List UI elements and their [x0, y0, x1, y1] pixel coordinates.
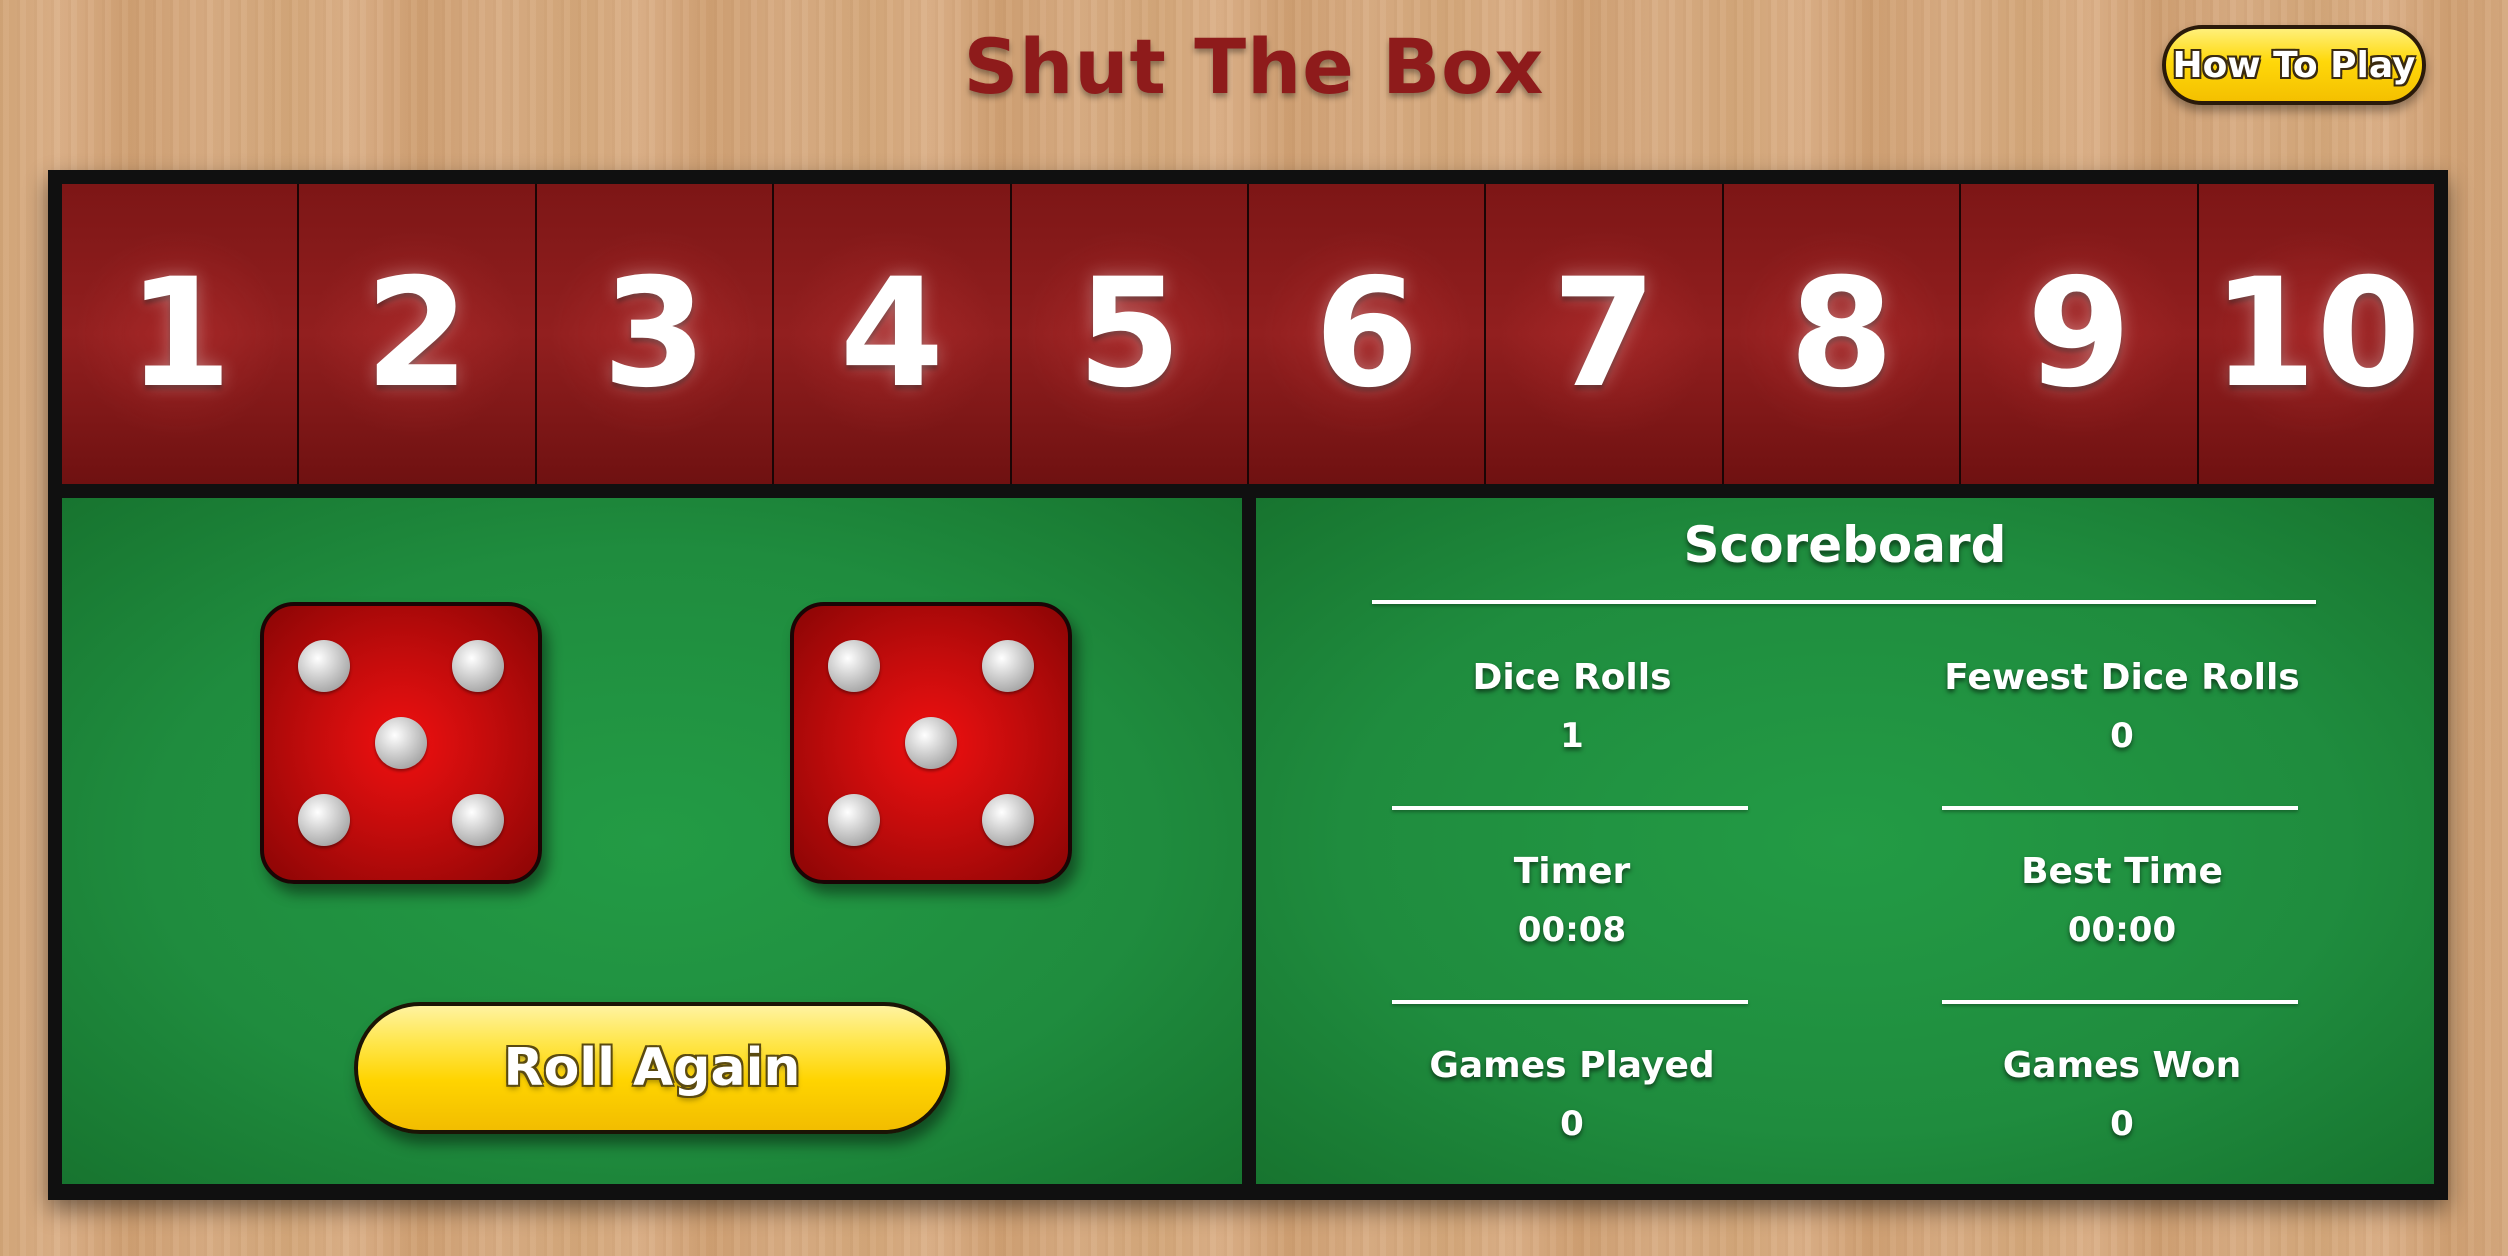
tile-5[interactable]: 5 — [1009, 184, 1248, 484]
die-pip — [375, 717, 427, 769]
die-pip — [298, 640, 351, 693]
tile-number: 2 — [364, 247, 470, 421]
stat-label: Best Time — [2021, 851, 2223, 892]
stat-dice-rolls: Dice Rolls 1 — [1362, 654, 1782, 758]
stat-label: Games Won — [2002, 1045, 2242, 1086]
stat-label: Fewest Dice Rolls — [1944, 657, 2300, 698]
die-pip — [905, 717, 957, 769]
tile-number: 8 — [1789, 247, 1894, 421]
stat-value: 1 — [1560, 716, 1584, 756]
tile-8[interactable]: 8 — [1721, 184, 1960, 484]
tile-number: 6 — [1314, 247, 1419, 421]
tile-number: 4 — [839, 247, 945, 421]
tile-number: 5 — [1077, 247, 1182, 421]
die-pip — [981, 640, 1034, 693]
stat-value: 0 — [1560, 1104, 1584, 1144]
die-pip — [451, 640, 504, 693]
stat-games-won: Games Won 0 — [1912, 1042, 2332, 1146]
dice-area: Roll Again — [62, 498, 1242, 1184]
stat-best-time: Best Time 00:00 — [1912, 848, 2332, 952]
tile-number: 1 — [127, 247, 232, 421]
scoreboard-title: Scoreboard — [1683, 516, 2007, 574]
tile-10[interactable]: 10 — [2196, 184, 2435, 484]
die-right — [790, 602, 1072, 884]
tile-number: 3 — [602, 247, 707, 421]
tile-2[interactable]: 2 — [297, 184, 535, 484]
page-title: Shut The Box — [963, 22, 1545, 111]
stat-divider — [1392, 1000, 1748, 1004]
stat-timer: Timer 00:08 — [1362, 848, 1782, 952]
stat-games-played: Games Played 0 — [1362, 1042, 1782, 1146]
tile-number: 7 — [1551, 247, 1657, 421]
die-pip — [981, 793, 1034, 846]
roll-again-button[interactable]: Roll Again — [354, 1002, 950, 1134]
die-pip — [828, 793, 881, 846]
stat-divider — [1942, 806, 2298, 810]
how-to-play-button[interactable]: How To Play — [2162, 25, 2426, 105]
stat-divider — [1392, 806, 1748, 810]
stat-label: Games Played — [1429, 1045, 1715, 1086]
scoreboard-divider — [1372, 600, 2316, 604]
stat-value: 0 — [2110, 716, 2134, 756]
stat-label: Dice Rolls — [1472, 657, 1672, 698]
tile-6[interactable]: 6 — [1247, 184, 1485, 484]
scoreboard: Scoreboard Dice Rolls 1 Fewest Dice Roll… — [1256, 498, 2434, 1184]
number-tiles: 1 2 3 4 5 6 7 8 9 10 — [62, 184, 2435, 484]
die-left — [260, 602, 542, 884]
tile-7[interactable]: 7 — [1484, 184, 1722, 484]
tile-number: 10 — [2211, 247, 2421, 421]
stat-divider — [1942, 1000, 2298, 1004]
tile-4[interactable]: 4 — [772, 184, 1010, 484]
stat-value: 00:00 — [2067, 910, 2177, 950]
stat-value: 00:08 — [1517, 910, 1627, 950]
tile-3[interactable]: 3 — [534, 184, 773, 484]
stat-value: 0 — [2110, 1104, 2134, 1144]
die-pip — [298, 793, 351, 846]
tile-number: 9 — [2026, 247, 2132, 421]
die-pip — [451, 793, 504, 846]
tile-9[interactable]: 9 — [1959, 184, 2197, 484]
tile-1[interactable]: 1 — [62, 184, 298, 484]
stat-fewest-dice-rolls: Fewest Dice Rolls 0 — [1912, 654, 2332, 758]
stat-label: Timer — [1513, 851, 1631, 892]
die-pip — [828, 640, 881, 693]
game-board: 1 2 3 4 5 6 7 8 9 10 Roll Again Scoreboa… — [48, 170, 2448, 1200]
